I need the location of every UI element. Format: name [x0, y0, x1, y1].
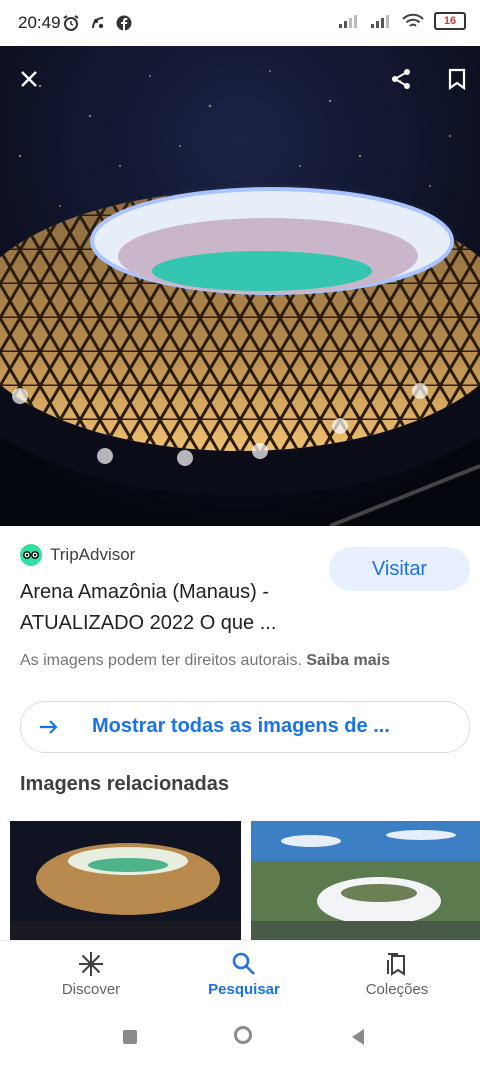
copyright-text: As imagens podem ter direitos autorais. — [20, 652, 302, 669]
system-navigation-bar — [0, 1010, 480, 1066]
recents-button[interactable] — [123, 1030, 137, 1044]
close-button[interactable] — [12, 62, 46, 96]
back-button[interactable] — [350, 1028, 366, 1046]
status-time: 20:49 — [18, 13, 61, 32]
bookmark-button[interactable] — [440, 62, 474, 96]
nav-collections[interactable]: Coleções — [337, 951, 457, 998]
facebook-icon — [116, 15, 132, 31]
visit-button[interactable]: Visitar — [329, 547, 470, 591]
signal-icon — [371, 15, 389, 28]
related-image-1[interactable] — [10, 821, 241, 941]
bottom-navigation: Discover Pesquisar Coleções — [0, 940, 480, 1011]
wifi-icon — [402, 13, 424, 27]
signal-icon — [339, 15, 357, 28]
stadium-photo — [0, 46, 480, 526]
related-stadium-night-photo — [10, 821, 241, 941]
copyright-notice: As imagens podem ter direitos autorais. … — [20, 652, 390, 670]
battery-indicator: 16 — [434, 12, 466, 30]
show-all-images-button[interactable]: Mostrar todas as imagens de ... — [20, 701, 470, 753]
arrow-right-icon — [40, 720, 58, 734]
source-name: TripAdvisor — [50, 545, 136, 564]
collections-icon — [387, 953, 405, 976]
hero-image[interactable] — [0, 46, 480, 526]
tripadvisor-logo-icon — [20, 544, 42, 566]
result-title[interactable]: Arena Amazônia (Manaus) - ATUALIZADO 202… — [20, 577, 320, 639]
nav-discover[interactable]: Discover — [31, 951, 151, 998]
related-image-2[interactable] — [251, 821, 480, 941]
nav-search-label: Pesquisar — [208, 981, 280, 998]
source-row[interactable]: TripAdvisor — [20, 544, 135, 566]
search-icon — [232, 952, 255, 975]
home-button[interactable] — [234, 1026, 252, 1044]
close-icon — [21, 71, 37, 87]
share-button[interactable] — [384, 62, 418, 96]
related-stadium-day-photo — [251, 821, 480, 941]
nav-collections-label: Coleções — [365, 981, 429, 998]
app-notification-icon — [92, 17, 104, 29]
share-icon — [392, 69, 410, 89]
nav-search[interactable]: Pesquisar — [184, 951, 304, 998]
status-bar: 20:49 16 — [0, 0, 480, 46]
related-images-heading: Imagens relacionadas — [20, 773, 229, 795]
asterisk-icon — [79, 952, 103, 976]
bookmark-icon — [448, 68, 466, 90]
learn-more-link[interactable]: Saiba mais — [306, 652, 390, 669]
show-all-label: Mostrar todas as imagens de ... — [92, 715, 390, 737]
nav-discover-label: Discover — [61, 981, 121, 998]
alarm-icon — [63, 15, 79, 31]
